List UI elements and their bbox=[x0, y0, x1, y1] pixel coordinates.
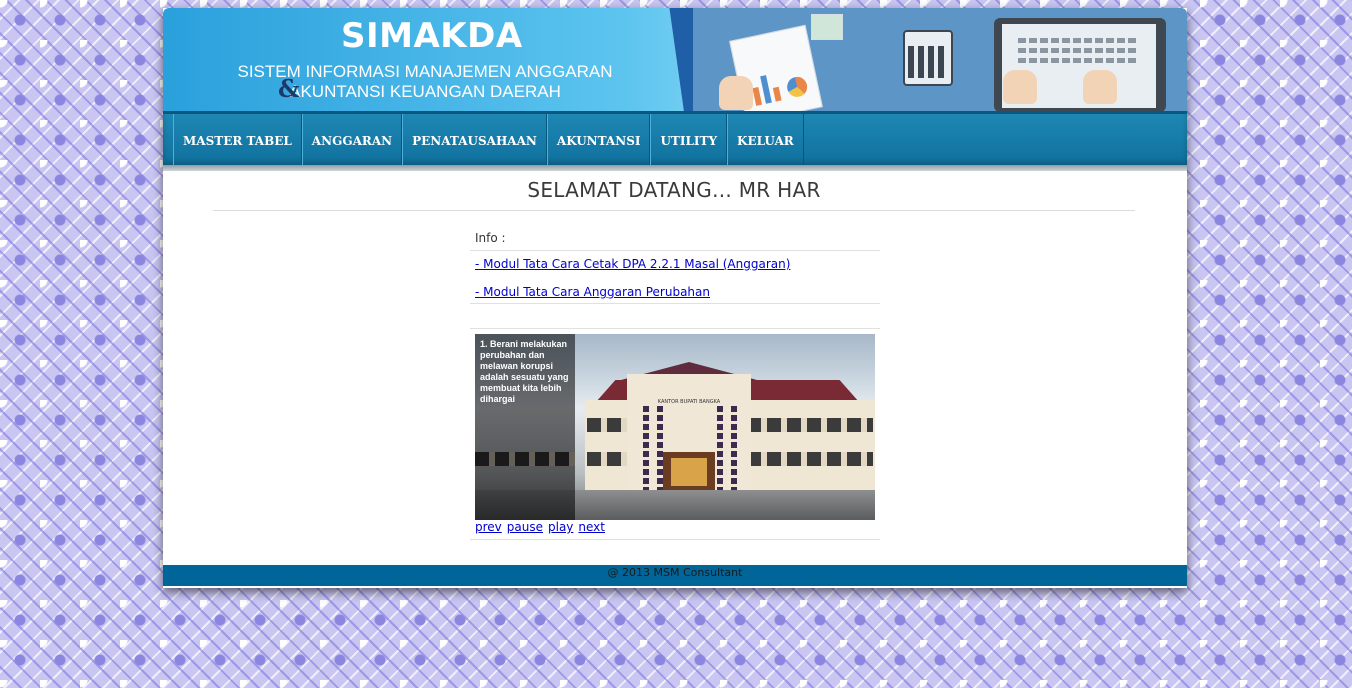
header-illustration bbox=[693, 8, 1187, 111]
divider bbox=[470, 250, 880, 251]
app-title: SIMAKDA bbox=[341, 16, 523, 56]
nav-item-penatausahaan[interactable]: PENATAUSAHAAN bbox=[402, 114, 547, 168]
info-label: Info : bbox=[475, 231, 506, 245]
link-modul-anggaran-perubahan[interactable]: - Modul Tata Cara Anggaran Perubahan bbox=[475, 285, 710, 299]
slide-pause-button[interactable]: pause bbox=[507, 520, 543, 534]
divider bbox=[213, 210, 1135, 211]
nav-item-akuntansi[interactable]: AKUNTANSI bbox=[546, 114, 651, 168]
link-modul-cetak-dpa[interactable]: - Modul Tata Cara Cetak DPA 2.2.1 Masal … bbox=[475, 257, 790, 271]
pillar bbox=[717, 406, 723, 490]
document-illustration bbox=[811, 14, 843, 40]
page-container: SIMAKDA SISTEM INFORMASI MANAJEMEN ANGGA… bbox=[163, 8, 1187, 588]
welcome-heading: SELAMAT DATANG... MR HAR bbox=[527, 178, 821, 202]
ampersand-logo: & bbox=[278, 74, 300, 103]
hand-illustration bbox=[719, 76, 753, 110]
door-light bbox=[671, 458, 707, 486]
nav-item-keluar[interactable]: KELUAR bbox=[727, 114, 804, 168]
nav-menu: MASTER TABEL ANGGARAN PENATAUSAHAAN AKUN… bbox=[173, 114, 804, 168]
divider bbox=[470, 303, 880, 304]
nav-shadow-bar bbox=[163, 165, 1187, 171]
hand-illustration bbox=[1083, 70, 1117, 104]
footer: @ 2013 MSM Consultant bbox=[163, 565, 1187, 586]
slide-play-button[interactable]: play bbox=[548, 520, 573, 534]
nav-item-anggaran[interactable]: ANGGARAN bbox=[301, 114, 403, 168]
nav-item-master-tabel[interactable]: MASTER TABEL bbox=[173, 114, 302, 168]
slide-caption: 1. Berani melakukan perubahan dan melawa… bbox=[480, 339, 569, 404]
slideshow-image: KANTOR BUPATI BANGKA 1. Berani melakukan… bbox=[475, 334, 875, 520]
header-banner: SIMAKDA SISTEM INFORMASI MANAJEMEN ANGGA… bbox=[163, 8, 1187, 111]
keyboard-row bbox=[1018, 38, 1138, 43]
calculator-keys bbox=[908, 46, 946, 78]
main-nav: MASTER TABEL ANGGARAN PENATAUSAHAAN AKUN… bbox=[163, 111, 1187, 168]
nav-item-utility[interactable]: UTILITY bbox=[650, 114, 728, 168]
slide-caption-panel: 1. Berani melakukan perubahan dan melawa… bbox=[475, 334, 575, 520]
slideshow-controls: prev pause play next bbox=[475, 520, 605, 534]
building-sign: KANTOR BUPATI BANGKA bbox=[657, 399, 721, 405]
pillar bbox=[643, 406, 649, 490]
slide-next-button[interactable]: next bbox=[578, 520, 605, 534]
keyboard-row bbox=[1018, 48, 1138, 53]
divider bbox=[470, 539, 880, 540]
slide-prev-button[interactable]: prev bbox=[475, 520, 502, 534]
pillar bbox=[731, 406, 737, 490]
keyboard-row bbox=[1018, 58, 1138, 63]
hand-illustration bbox=[1003, 70, 1037, 104]
footer-copyright: @ 2013 MSM Consultant bbox=[607, 566, 743, 579]
divider bbox=[470, 328, 880, 329]
